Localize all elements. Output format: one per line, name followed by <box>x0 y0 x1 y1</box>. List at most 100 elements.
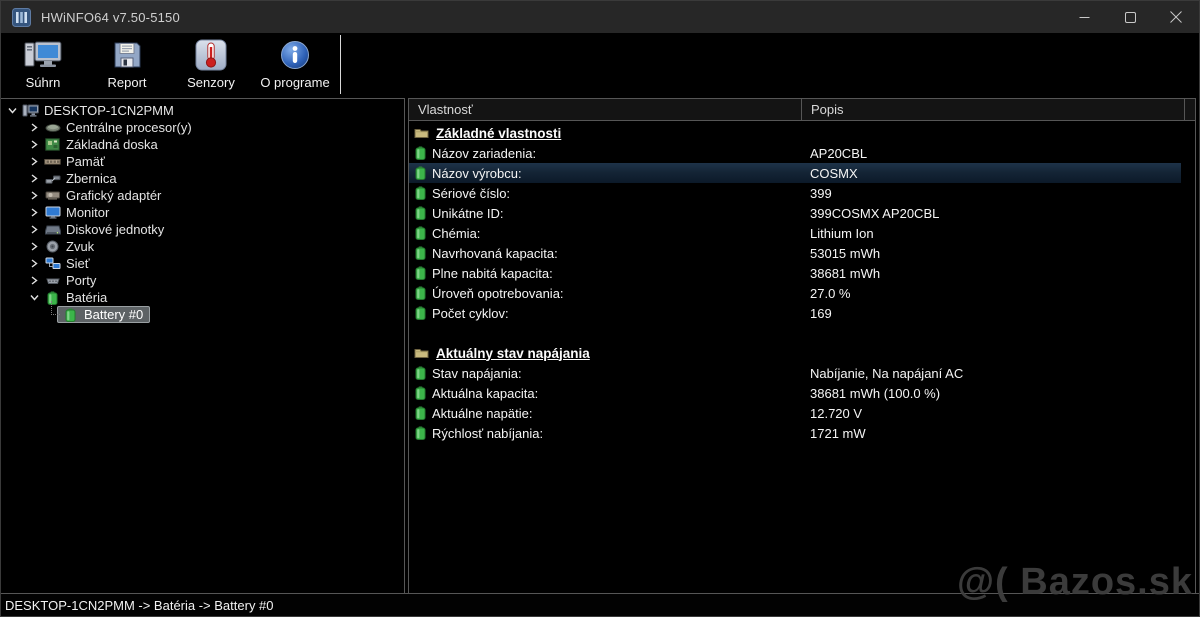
tree-item-bus[interactable]: Zbernica <box>1 170 404 187</box>
chevron-right-icon[interactable] <box>28 225 40 234</box>
monitor-icon <box>44 206 61 219</box>
property-value: 399 <box>810 185 832 201</box>
property-row-current-voltage[interactable]: Aktuálne napätie: 12.720 V <box>409 403 1181 423</box>
tree-item-battery0[interactable]: Battery #0 <box>1 301 404 323</box>
toolbar-separator <box>340 35 341 94</box>
battery-icon <box>62 308 79 322</box>
about-button[interactable]: O programe <box>253 33 337 96</box>
section-header-basic[interactable]: Základné vlastnosti <box>409 123 1195 143</box>
chevron-right-icon[interactable] <box>28 242 40 251</box>
tree-item-label: Batéria <box>66 290 108 305</box>
property-value: AP20CBL <box>810 145 868 161</box>
chevron-right-icon[interactable] <box>28 157 40 166</box>
chevron-right-icon[interactable] <box>28 174 40 183</box>
maximize-button[interactable] <box>1107 1 1153 33</box>
about-button-label: O programe <box>260 75 330 90</box>
property-label: Rýchlosť nabíjania: <box>432 425 544 441</box>
bus-icon <box>44 173 61 185</box>
property-row-wear-level[interactable]: Úroveň opotrebovania: 27.0 % <box>409 283 1181 303</box>
property-row-unique-id[interactable]: Unikátne ID: 399COSMX AP20CBL <box>409 203 1181 223</box>
property-row-full-capacity[interactable]: Plne nabitá kapacita: 38681 mWh <box>409 263 1181 283</box>
tree-item-drives[interactable]: Diskové jednotky <box>1 221 404 238</box>
property-value: 169 <box>810 305 832 321</box>
tree-selection[interactable]: Battery #0 <box>57 306 151 323</box>
tree-item-computer[interactable]: DESKTOP-1CN2PMM <box>1 102 404 119</box>
battery-small-icon <box>415 226 426 240</box>
column-header-property[interactable]: Vlastnosť <box>409 99 802 120</box>
property-label: Chémia: <box>432 225 481 241</box>
battery-small-icon <box>415 306 426 320</box>
property-row-charge-rate[interactable]: Rýchlosť nabíjania: 1721 mW <box>409 423 1181 443</box>
property-row-designed-capacity[interactable]: Navrhovaná kapacita: 53015 mWh <box>409 243 1181 263</box>
tree-item-label: Zbernica <box>66 171 117 186</box>
titlebar: HWiNFO64 v7.50-5150 <box>1 1 1199 33</box>
tree-item-label: DESKTOP-1CN2PMM <box>44 103 174 118</box>
property-label: Názov zariadenia: <box>432 145 537 161</box>
tree-item-battery[interactable]: Batéria <box>1 289 404 306</box>
property-row-chemistry[interactable]: Chémia: Lithium Ion <box>409 223 1181 243</box>
close-button[interactable] <box>1153 1 1199 33</box>
column-header-description[interactable]: Popis <box>802 99 1185 120</box>
motherboard-icon <box>44 138 61 151</box>
main-area: DESKTOP-1CN2PMM Centrálne procesor(y) Zá… <box>1 96 1199 593</box>
property-row-manufacturer[interactable]: Názov výrobcu: COSMX <box>409 163 1181 183</box>
tree-item-label: Základná doska <box>66 137 158 152</box>
battery-small-icon <box>415 246 426 260</box>
property-row-current-capacity[interactable]: Aktuálna kapacita: 38681 mWh (100.0 %) <box>409 383 1181 403</box>
property-row-cycle-count[interactable]: Počet cyklov: 169 <box>409 303 1181 323</box>
chevron-down-icon[interactable] <box>28 293 40 302</box>
minimize-button[interactable] <box>1061 1 1107 33</box>
battery-small-icon <box>415 286 426 300</box>
hwinfo-app-icon <box>12 7 31 27</box>
properties-panel: Vlastnosť Popis Základné vlastnosti Názo… <box>408 98 1196 593</box>
window-title: HWiNFO64 v7.50-5150 <box>41 9 180 25</box>
section-header-power-state[interactable]: Aktuálny stav napájania <box>409 343 1195 363</box>
tree-item-cpu[interactable]: Centrálne procesor(y) <box>1 119 404 136</box>
tree-item-ports[interactable]: Porty <box>1 272 404 289</box>
statusbar-path: DESKTOP-1CN2PMM -> Batéria -> Battery #0 <box>5 597 274 613</box>
cpu-icon <box>44 122 61 134</box>
property-value: 399COSMX AP20CBL <box>810 205 940 221</box>
tree-item-monitor[interactable]: Monitor <box>1 204 404 221</box>
sound-icon <box>44 240 61 253</box>
floppy-report-icon <box>111 37 143 73</box>
tree-item-gpu[interactable]: Grafický adaptér <box>1 187 404 204</box>
tree-item-sound[interactable]: Zvuk <box>1 238 404 255</box>
property-label: Názov výrobcu: <box>432 165 522 181</box>
battery-small-icon <box>415 166 426 180</box>
battery-small-icon <box>415 386 426 400</box>
chevron-right-icon[interactable] <box>28 276 40 285</box>
tree-item-label: Porty <box>66 273 97 288</box>
computer-icon <box>22 104 39 118</box>
chevron-right-icon[interactable] <box>28 140 40 149</box>
chevron-down-icon[interactable] <box>6 106 18 115</box>
property-row-power-state[interactable]: Stav napájania: Nabíjanie, Na napájaní A… <box>409 363 1181 383</box>
sensors-button[interactable]: Senzory <box>169 33 253 96</box>
tree-item-label: Centrálne procesor(y) <box>66 120 192 135</box>
property-row-device-name[interactable]: Názov zariadenia: AP20CBL <box>409 143 1181 163</box>
property-label: Plne nabitá kapacita: <box>432 265 553 281</box>
battery-small-icon <box>415 206 426 220</box>
report-button[interactable]: Report <box>85 33 169 96</box>
chevron-right-icon[interactable] <box>28 123 40 132</box>
summary-button[interactable]: Súhrn <box>1 33 85 96</box>
minimize-icon <box>1079 16 1089 18</box>
tree-item-memory[interactable]: Pamäť <box>1 153 404 170</box>
folder-icon <box>414 127 429 139</box>
tree-item-label: Monitor <box>66 205 110 220</box>
tree-item-network[interactable]: Sieť <box>1 255 404 272</box>
computer-summary-icon <box>22 37 64 73</box>
window-controls <box>1061 1 1199 33</box>
chevron-right-icon[interactable] <box>28 259 40 268</box>
chevron-right-icon[interactable] <box>28 208 40 217</box>
property-row-serial[interactable]: Sériové číslo: 399 <box>409 183 1181 203</box>
device-tree-panel: DESKTOP-1CN2PMM Centrálne procesor(y) Zá… <box>1 98 405 593</box>
property-value: Nabíjanie, Na napájaní AC <box>810 365 964 381</box>
disk-icon <box>44 224 61 236</box>
tree-item-label: Diskové jednotky <box>66 222 165 237</box>
tree-item-motherboard[interactable]: Základná doska <box>1 136 404 153</box>
statusbar: DESKTOP-1CN2PMM -> Batéria -> Battery #0 <box>1 593 1199 616</box>
chevron-right-icon[interactable] <box>28 191 40 200</box>
tree-item-label: Grafický adaptér <box>66 188 162 203</box>
